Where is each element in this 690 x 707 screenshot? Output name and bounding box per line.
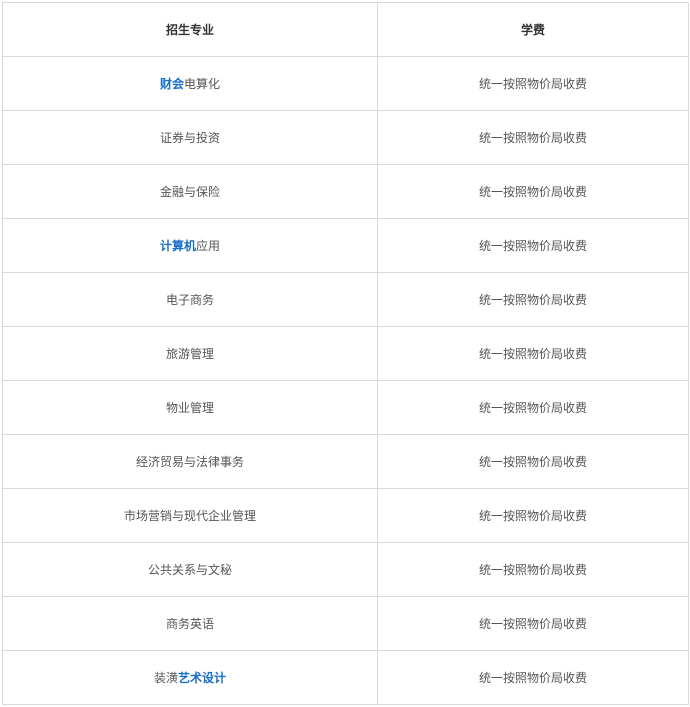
fee-cell: 统一按照物价局收费 (377, 326, 689, 381)
table-row: 财会电算化 统一按照物价局收费 (2, 56, 689, 111)
major-cell: 经济贸易与法律事务 (2, 434, 378, 489)
major-text: 应用 (196, 239, 221, 253)
major-text: 证券与投资 (159, 131, 220, 145)
major-text: 物业管理 (165, 401, 214, 415)
major-text: 旅游管理 (165, 347, 214, 361)
major-cell: 旅游管理 (2, 326, 378, 381)
major-prefix: 装潢 (153, 671, 178, 685)
fee-cell: 统一按照物价局收费 (377, 542, 689, 597)
table-row: 计算机应用 统一按照物价局收费 (2, 218, 689, 273)
fee-cell: 统一按照物价局收费 (377, 434, 689, 489)
table-row: 商务英语 统一按照物价局收费 (2, 596, 689, 651)
major-cell: 财会电算化 (2, 56, 378, 111)
major-link-yishusheji[interactable]: 艺术设计 (178, 671, 226, 685)
table-row: 旅游管理 统一按照物价局收费 (2, 326, 689, 381)
table-row: 装潢艺术设计 统一按照物价局收费 (2, 650, 689, 705)
fee-cell: 统一按照物价局收费 (377, 488, 689, 543)
header-fee: 学费 (377, 2, 689, 57)
major-text: 电子商务 (165, 293, 214, 307)
table-row: 市场营销与现代企业管理 统一按照物价局收费 (2, 488, 689, 543)
major-cell: 公共关系与文秘 (2, 542, 378, 597)
fee-cell: 统一按照物价局收费 (377, 650, 689, 705)
header-major: 招生专业 (2, 2, 378, 57)
table-header-row: 招生专业 学费 (2, 2, 689, 57)
fee-cell: 统一按照物价局收费 (377, 164, 689, 219)
major-text: 经济贸易与法律事务 (135, 455, 244, 469)
fee-cell: 统一按照物价局收费 (377, 272, 689, 327)
major-cell: 金融与保险 (2, 164, 378, 219)
table-row: 物业管理 统一按照物价局收费 (2, 380, 689, 435)
major-link-jisuanji[interactable]: 计算机 (160, 239, 196, 253)
tuition-table: 招生专业 学费 财会电算化 统一按照物价局收费 证券与投资 统一按照物价局收费 … (2, 2, 689, 705)
major-cell: 计算机应用 (2, 218, 378, 273)
major-cell: 商务英语 (2, 596, 378, 651)
major-text: 电算化 (184, 77, 221, 91)
fee-cell: 统一按照物价局收费 (377, 56, 689, 111)
major-text: 商务英语 (165, 617, 214, 631)
major-cell: 装潢艺术设计 (2, 650, 378, 705)
major-link-caikuai[interactable]: 财会 (160, 77, 184, 91)
fee-cell: 统一按照物价局收费 (377, 596, 689, 651)
table-row: 公共关系与文秘 统一按照物价局收费 (2, 542, 689, 597)
table-row: 证券与投资 统一按照物价局收费 (2, 110, 689, 165)
table-row: 经济贸易与法律事务 统一按照物价局收费 (2, 434, 689, 489)
major-cell: 电子商务 (2, 272, 378, 327)
major-cell: 市场营销与现代企业管理 (2, 488, 378, 543)
table-row: 电子商务 统一按照物价局收费 (2, 272, 689, 327)
fee-cell: 统一按照物价局收费 (377, 110, 689, 165)
fee-cell: 统一按照物价局收费 (377, 380, 689, 435)
major-text: 公共关系与文秘 (147, 563, 232, 577)
major-text: 金融与保险 (159, 185, 220, 199)
fee-cell: 统一按照物价局收费 (377, 218, 689, 273)
major-text: 市场营销与现代企业管理 (123, 509, 256, 523)
table-row: 金融与保险 统一按照物价局收费 (2, 164, 689, 219)
major-cell: 证券与投资 (2, 110, 378, 165)
major-cell: 物业管理 (2, 380, 378, 435)
